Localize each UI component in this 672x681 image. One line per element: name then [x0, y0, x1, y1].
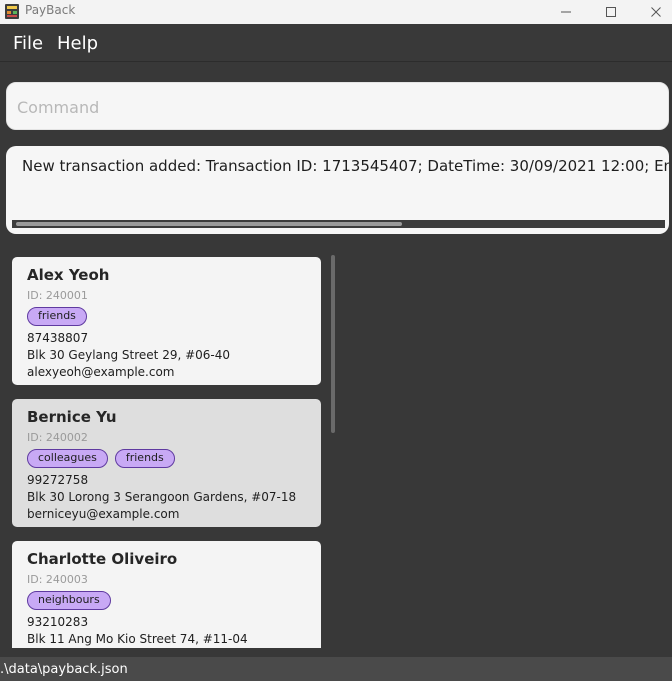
command-box	[6, 82, 669, 130]
person-card[interactable]: Alex Yeoh ID: 240001 friends 87438807 Bl…	[12, 257, 321, 385]
data-file-path: .\data\payback.json	[0, 662, 128, 677]
status-bar: .\data\payback.json	[0, 657, 672, 681]
result-message: New transaction added: Transaction ID: 1…	[22, 157, 669, 175]
close-icon	[651, 7, 661, 17]
maximize-button[interactable]	[588, 0, 634, 24]
maximize-icon	[606, 7, 616, 17]
person-id: ID: 240001	[27, 289, 88, 302]
person-list: Alex Yeoh ID: 240001 friends 87438807 Bl…	[0, 250, 672, 648]
person-name: Bernice Yu	[27, 408, 117, 426]
tag-badge: friends	[114, 449, 175, 468]
menu-file[interactable]: File	[13, 33, 43, 54]
tag-list: colleagues friends	[27, 449, 175, 468]
payback-app-icon	[5, 4, 19, 19]
close-button[interactable]	[633, 0, 672, 24]
person-list-scrollbar[interactable]	[331, 255, 335, 433]
result-display: New transaction added: Transaction ID: 1…	[6, 146, 669, 234]
tag-badge: neighbours	[27, 591, 111, 610]
person-address: Blk 30 Geylang Street 29, #06-40	[27, 348, 231, 362]
menu-help[interactable]: Help	[57, 33, 98, 54]
person-name: Alex Yeoh	[27, 266, 110, 284]
person-card[interactable]: Charlotte Oliveiro ID: 240003 neighbours…	[12, 541, 321, 648]
person-email: alexyeoh@example.com	[27, 365, 175, 379]
person-address: Blk 30 Lorong 3 Serangoon Gardens, #07-1…	[27, 490, 297, 504]
minimize-icon	[561, 11, 571, 13]
person-phone: 87438807	[27, 331, 89, 345]
person-address: Blk 11 Ang Mo Kio Street 74, #11-04	[27, 632, 248, 646]
tag-badge: friends	[27, 307, 87, 326]
person-name: Charlotte Oliveiro	[27, 550, 178, 568]
person-phone: 99272758	[27, 473, 89, 487]
person-id: ID: 240002	[27, 431, 88, 444]
person-id: ID: 240003	[27, 573, 88, 586]
minimize-button[interactable]	[543, 0, 589, 24]
menu-bar: File Help	[0, 24, 672, 62]
tag-badge: colleagues	[27, 449, 108, 468]
person-email: berniceyu@example.com	[27, 507, 180, 521]
tag-list: neighbours	[27, 591, 111, 610]
window-title: PayBack	[25, 3, 76, 17]
person-phone: 93210283	[27, 615, 89, 629]
window-titlebar: PayBack	[0, 0, 672, 24]
tag-list: friends	[27, 307, 87, 326]
result-scrollbar-thumb[interactable]	[16, 222, 402, 226]
command-input[interactable]	[17, 95, 657, 119]
person-card[interactable]: Bernice Yu ID: 240002 colleagues friends…	[12, 399, 321, 527]
